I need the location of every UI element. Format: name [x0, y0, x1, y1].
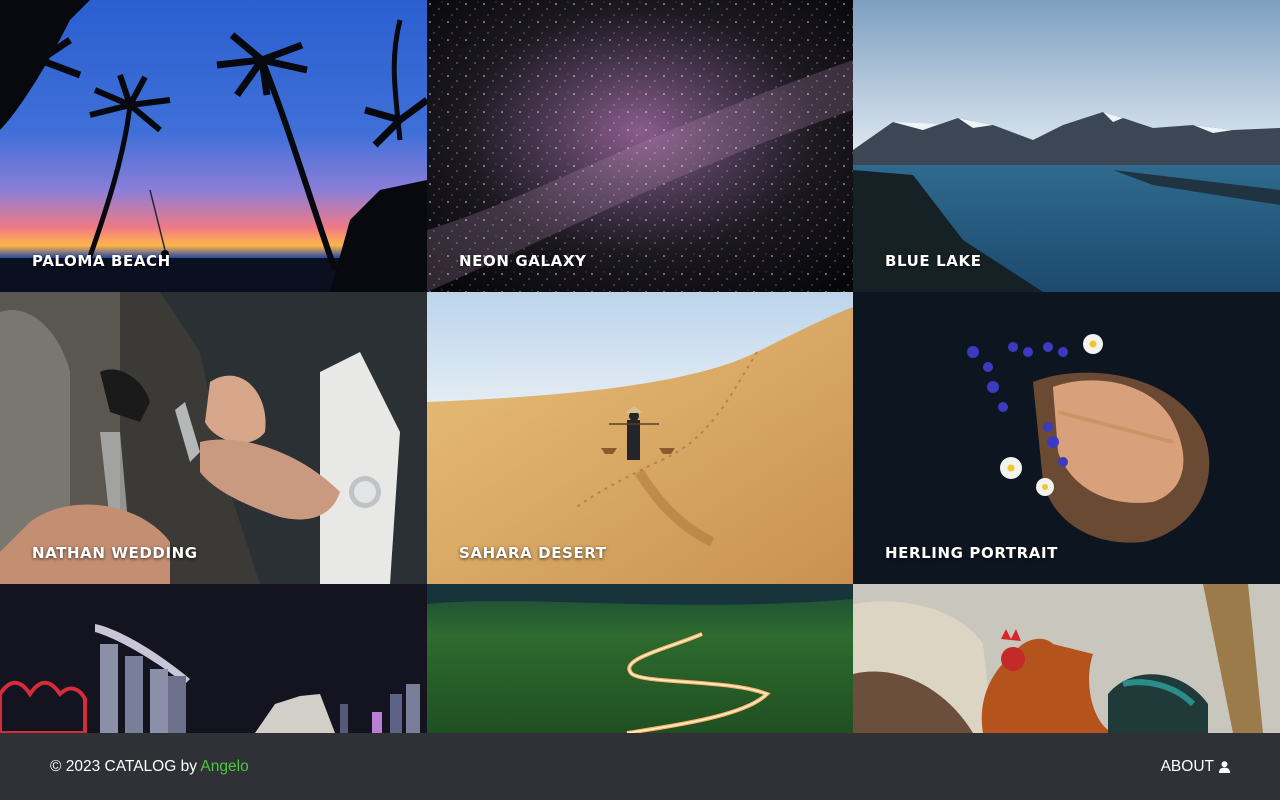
desert-dune-image: [427, 292, 853, 584]
gallery-item-title: NEON GALAXY: [459, 252, 587, 270]
gallery-item-herling-portrait[interactable]: HERLING PORTRAIT: [853, 292, 1280, 584]
copyright-notice: © 2023 CATALOG by Angelo: [50, 758, 249, 776]
green-hills-road-image: [427, 584, 853, 733]
city-skyline-image: [0, 584, 427, 733]
photo-grid: PALOMA BEACH NEON GALAXY BLUE LAKE NATHA…: [0, 0, 1280, 733]
footer: © 2023 CATALOG by Angelo ABOUT: [0, 733, 1280, 800]
gallery-item-title: NATHAN WEDDING: [32, 544, 198, 562]
gallery-item-sahara-desert[interactable]: SAHARA DESERT: [427, 292, 853, 584]
author-link[interactable]: Angelo: [200, 758, 248, 775]
gallery-item-paloma-beach[interactable]: PALOMA BEACH: [0, 0, 427, 292]
gallery-item-rooster[interactable]: [853, 584, 1280, 733]
gallery-item-title: SAHARA DESERT: [459, 544, 607, 562]
portrait-flowers-image: [853, 292, 1280, 584]
gallery-item-title: PALOMA BEACH: [32, 252, 171, 270]
gallery-item-title: HERLING PORTRAIT: [885, 544, 1059, 562]
wedding-toast-image: [0, 292, 427, 584]
about-label: ABOUT: [1160, 758, 1214, 775]
gallery-item-winding-road[interactable]: [427, 584, 853, 733]
gallery-item-title: BLUE LAKE: [885, 252, 982, 270]
rooster-image: [853, 584, 1280, 733]
galaxy-image: [427, 0, 853, 292]
beach-sunset-image: [0, 0, 427, 292]
gallery-item-neon-galaxy[interactable]: NEON GALAXY: [427, 0, 853, 292]
mountain-lake-image: [853, 0, 1280, 292]
gallery-item-blue-lake[interactable]: BLUE LAKE: [853, 0, 1280, 292]
user-icon: [1219, 761, 1230, 773]
gallery-item-city-night[interactable]: [0, 584, 427, 733]
about-link[interactable]: ABOUT: [1161, 758, 1230, 776]
copyright-text: © 2023 CATALOG by: [50, 758, 197, 775]
gallery-item-nathan-wedding[interactable]: NATHAN WEDDING: [0, 292, 427, 584]
